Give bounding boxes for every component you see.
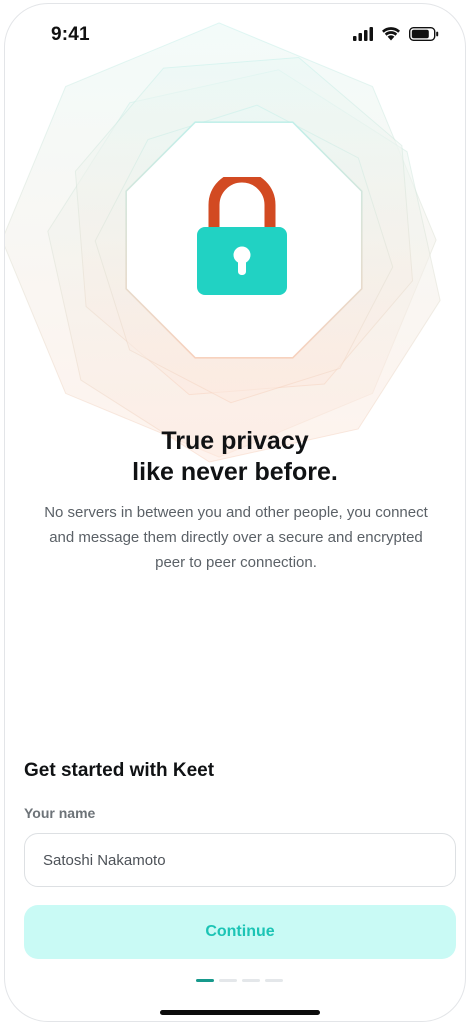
phone-screen: 9:41 True privacy like never before. No … [4, 3, 466, 1022]
status-bar: 9:41 [5, 4, 465, 64]
page-dot [265, 979, 283, 982]
section-title: Get started with Keet [24, 760, 215, 781]
page-dot [242, 979, 260, 982]
status-time: 9:41 [51, 24, 90, 45]
page-dot-active [196, 979, 214, 982]
headline-line-1: True privacy [161, 427, 309, 455]
name-input[interactable] [24, 833, 456, 887]
padlock-icon [197, 177, 287, 295]
wifi-icon [382, 27, 400, 41]
status-icons [353, 26, 439, 41]
signal-icon [353, 26, 373, 41]
page-dot [219, 979, 237, 982]
onboarding-description: No servers in between you and other peop… [44, 504, 428, 571]
onboarding-headline: True privacy like never before. [5, 426, 465, 488]
continue-button[interactable]: Continue [24, 905, 456, 959]
home-indicator [160, 1010, 320, 1015]
headline-line-2: like never before. [132, 458, 338, 486]
name-field-label: Your name [24, 805, 96, 821]
page-indicator [196, 979, 283, 982]
battery-icon [409, 26, 439, 41]
